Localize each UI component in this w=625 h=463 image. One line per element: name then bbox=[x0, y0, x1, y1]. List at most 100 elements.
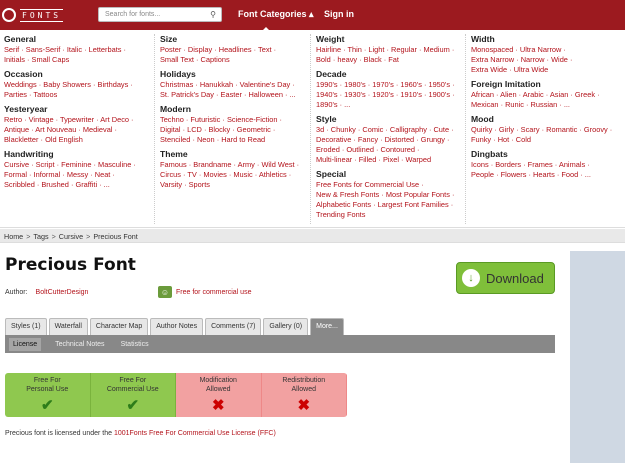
cross-icon: ✖ bbox=[297, 397, 311, 414]
menu-link-line[interactable]: Decorative · Fancy · Distorted · Grungy … bbox=[316, 135, 466, 145]
menu-link-line[interactable]: New & Fresh Fonts · Most Popular Fonts · bbox=[316, 190, 466, 200]
menu-group-heading[interactable]: Weight bbox=[316, 34, 466, 45]
menu-link-line[interactable]: People · Flowers · Hearts · Food · ... bbox=[471, 170, 623, 180]
menu-link-line[interactable]: Mexican · Runic · Russian · ... bbox=[471, 100, 623, 110]
menu-group-heading[interactable]: Yesteryear bbox=[4, 104, 154, 115]
tab-item[interactable]: Comments (7) bbox=[205, 318, 262, 335]
menu-link-line[interactable]: Alphabetic Fonts · Largest Font Families… bbox=[316, 200, 466, 210]
license-badge[interactable]: ☺ Free for commercial use bbox=[158, 286, 251, 298]
menu-link-line[interactable]: African · Alien · Arabic · Asian · Greek… bbox=[471, 90, 623, 100]
logo-ring-icon bbox=[2, 8, 16, 22]
menu-group-heading[interactable]: Holidays bbox=[160, 69, 310, 80]
nav-font-categories[interactable]: Font Categories ▴ bbox=[238, 9, 314, 20]
menu-link-line[interactable]: 1940's · 1930's · 1920's · 1910's · 1900… bbox=[316, 90, 466, 100]
menu-link-line[interactable]: Formal · Informal · Messy · Neat · bbox=[4, 170, 154, 180]
menu-group: Special Free Fonts for Commercial Use · Ne… bbox=[316, 169, 466, 220]
tab-item[interactable]: Styles (1) bbox=[5, 318, 47, 335]
download-arrow-icon: ↓ bbox=[462, 269, 480, 287]
font-tabs: Styles (1) Waterfall Character Map Author N… bbox=[5, 318, 346, 335]
menu-group: Foreign Imitation African · Alien · Arabi… bbox=[471, 79, 623, 110]
menu-column: Weight Hairline · Thin · Light · Regular … bbox=[316, 30, 466, 226]
breadcrumb-item[interactable]: Cursive bbox=[59, 232, 83, 241]
breadcrumb-item: Precious Font bbox=[93, 232, 138, 241]
menu-link-line[interactable]: St. Patrick's Day · Easter · Halloween ·… bbox=[160, 90, 310, 100]
menu-link-line[interactable]: Varsity · Sports bbox=[160, 180, 310, 190]
menu-link-line[interactable]: Famous · Brandname · Army · Wild West · bbox=[160, 160, 310, 170]
menu-link-line[interactable]: Stenciled · Neon · Hard to Read bbox=[160, 135, 310, 145]
menu-group-heading[interactable]: Handwriting bbox=[4, 149, 154, 160]
search-input[interactable]: Search for fonts... ⚲ bbox=[98, 7, 222, 22]
menu-link-line[interactable]: 3d · Chunky · Comic · Calligraphy · Cute… bbox=[316, 125, 466, 135]
menu-link-line[interactable]: 1990's · 1980's · 1970's · 1960's · 1950… bbox=[316, 80, 466, 90]
subtab-item[interactable]: Statistics bbox=[119, 338, 151, 351]
menu-group-heading[interactable]: Occasion bbox=[4, 69, 154, 80]
menu-group-heading[interactable]: Decade bbox=[316, 69, 466, 80]
menu-link-line[interactable]: Hairline · Thin · Light · Regular · Medi… bbox=[316, 45, 466, 55]
menu-link-line[interactable]: Serif · Sans-Serif · Italic · Letterbats… bbox=[4, 45, 154, 55]
author-label: Author: bbox=[5, 289, 28, 296]
menu-group: Yesteryear Retro · Vintage · Typewriter ·… bbox=[4, 104, 154, 145]
menu-column: Width Monospaced · Ultra Narrow · Extra Na… bbox=[471, 30, 623, 226]
menu-link-line[interactable]: Christmas · Hanukkah · Valentine's Day · bbox=[160, 80, 310, 90]
tab-item[interactable]: Waterfall bbox=[48, 318, 88, 335]
menu-link-line[interactable]: Quirky · Girly · Scary · Romantic · Groo… bbox=[471, 125, 623, 135]
menu-group: Dingbats Icons · Borders · Frames · Anima… bbox=[471, 149, 623, 180]
menu-link-line[interactable]: Techno · Futuristic · Science-Fiction · bbox=[160, 115, 310, 125]
menu-link-line[interactable]: Circus · TV · Movies · Music · Athletics… bbox=[160, 170, 310, 180]
menu-link-line[interactable]: Digital · LCD · Blocky · Geometric · bbox=[160, 125, 310, 135]
menu-group-heading[interactable]: Size bbox=[160, 34, 310, 45]
page-title: Precious Font bbox=[5, 255, 136, 275]
menu-link-line[interactable]: Weddings · Baby Showers · Birthdays · bbox=[4, 80, 154, 90]
breadcrumb-item[interactable]: Tags bbox=[33, 232, 48, 241]
site-logo[interactable]: FONTS bbox=[0, 0, 88, 30]
breadcrumb: Home > Tags > Cursive > Precious Font bbox=[0, 229, 625, 243]
menu-group-heading[interactable]: Theme bbox=[160, 149, 310, 160]
nav-sign-in[interactable]: Sign in bbox=[324, 9, 354, 19]
menu-column: General Serif · Sans-Serif · Italic · Let… bbox=[4, 30, 154, 226]
menu-link-line[interactable]: Retro · Vintage · Typewriter · Art Deco … bbox=[4, 115, 154, 125]
menu-link-line[interactable]: Antique · Art Nouveau · Medieval · bbox=[4, 125, 154, 135]
tab-item[interactable]: Gallery (0) bbox=[263, 318, 309, 335]
menu-link-line[interactable]: Extra Wide · Ultra Wide bbox=[471, 65, 623, 75]
tab-item[interactable]: Character Map bbox=[89, 318, 149, 335]
menu-link-line[interactable]: Bold · heavy · Black · Fat bbox=[316, 55, 466, 65]
download-button[interactable]: ↓ Download bbox=[456, 262, 555, 294]
tab-item[interactable]: More... bbox=[310, 318, 344, 335]
subtab-item[interactable]: License bbox=[9, 337, 42, 351]
menu-link-line[interactable]: Small Text · Captions bbox=[160, 55, 310, 65]
menu-link-line[interactable]: 1890's · ... bbox=[316, 100, 466, 110]
menu-group-heading[interactable]: Width bbox=[471, 34, 623, 45]
search-icon[interactable]: ⚲ bbox=[210, 10, 216, 19]
license-link[interactable]: 1001Fonts Free For Commercial Use Licens… bbox=[114, 430, 276, 437]
menu-link-line[interactable]: Extra Narrow · Narrow · Wide · bbox=[471, 55, 623, 65]
menu-link-line[interactable]: Eroded · Outlined · Contoured · bbox=[316, 145, 466, 155]
menu-group-heading[interactable]: Style bbox=[316, 114, 466, 125]
menu-group-heading[interactable]: Mood bbox=[471, 114, 623, 125]
subtab-item[interactable]: Technical Notes bbox=[53, 338, 106, 351]
menu-link-line[interactable]: Free Fonts for Commercial Use · bbox=[316, 180, 466, 190]
commercial-use-icon: ☺ bbox=[158, 286, 172, 298]
author-link[interactable]: BoltCutterDesign bbox=[36, 289, 89, 296]
menu-group-heading[interactable]: General bbox=[4, 34, 154, 45]
menu-group-heading[interactable]: Foreign Imitation bbox=[471, 79, 623, 90]
check-icon: ✔ bbox=[126, 397, 140, 414]
menu-link-line[interactable]: Poster · Display · Headlines · Text · bbox=[160, 45, 310, 55]
menu-group-heading[interactable]: Dingbats bbox=[471, 149, 623, 160]
menu-link-line[interactable]: Scribbled · Brushed · Graffiti · ... bbox=[4, 180, 154, 190]
menu-link-line[interactable]: Blackletter · Old English bbox=[4, 135, 154, 145]
menu-group-heading[interactable]: Modern bbox=[160, 104, 310, 115]
menu-link-line[interactable]: Trending Fonts bbox=[316, 210, 466, 220]
menu-group: Holidays Christmas · Hanukkah · Valentine… bbox=[160, 69, 310, 100]
breadcrumb-separator: > bbox=[26, 232, 31, 241]
tab-item[interactable]: Author Notes bbox=[150, 318, 204, 335]
menu-link-line[interactable]: Multi-linear · Filled · Pixel · Warped bbox=[316, 155, 466, 165]
menu-link-line[interactable]: Monospaced · Ultra Narrow · bbox=[471, 45, 623, 55]
menu-link-line[interactable]: Funky · Hot · Cold bbox=[471, 135, 623, 145]
menu-link-line[interactable]: Initials · Small Caps bbox=[4, 55, 154, 65]
menu-link-line[interactable]: Cursive · Script · Feminine · Masculine … bbox=[4, 160, 154, 170]
menu-column: Size Poster · Display · Headlines · Text … bbox=[160, 30, 310, 226]
menu-group-heading[interactable]: Special bbox=[316, 169, 466, 180]
breadcrumb-item[interactable]: Home bbox=[4, 232, 23, 241]
menu-link-line[interactable]: Parties · Tattoos bbox=[4, 90, 154, 100]
menu-link-line[interactable]: Icons · Borders · Frames · Animals · bbox=[471, 160, 623, 170]
